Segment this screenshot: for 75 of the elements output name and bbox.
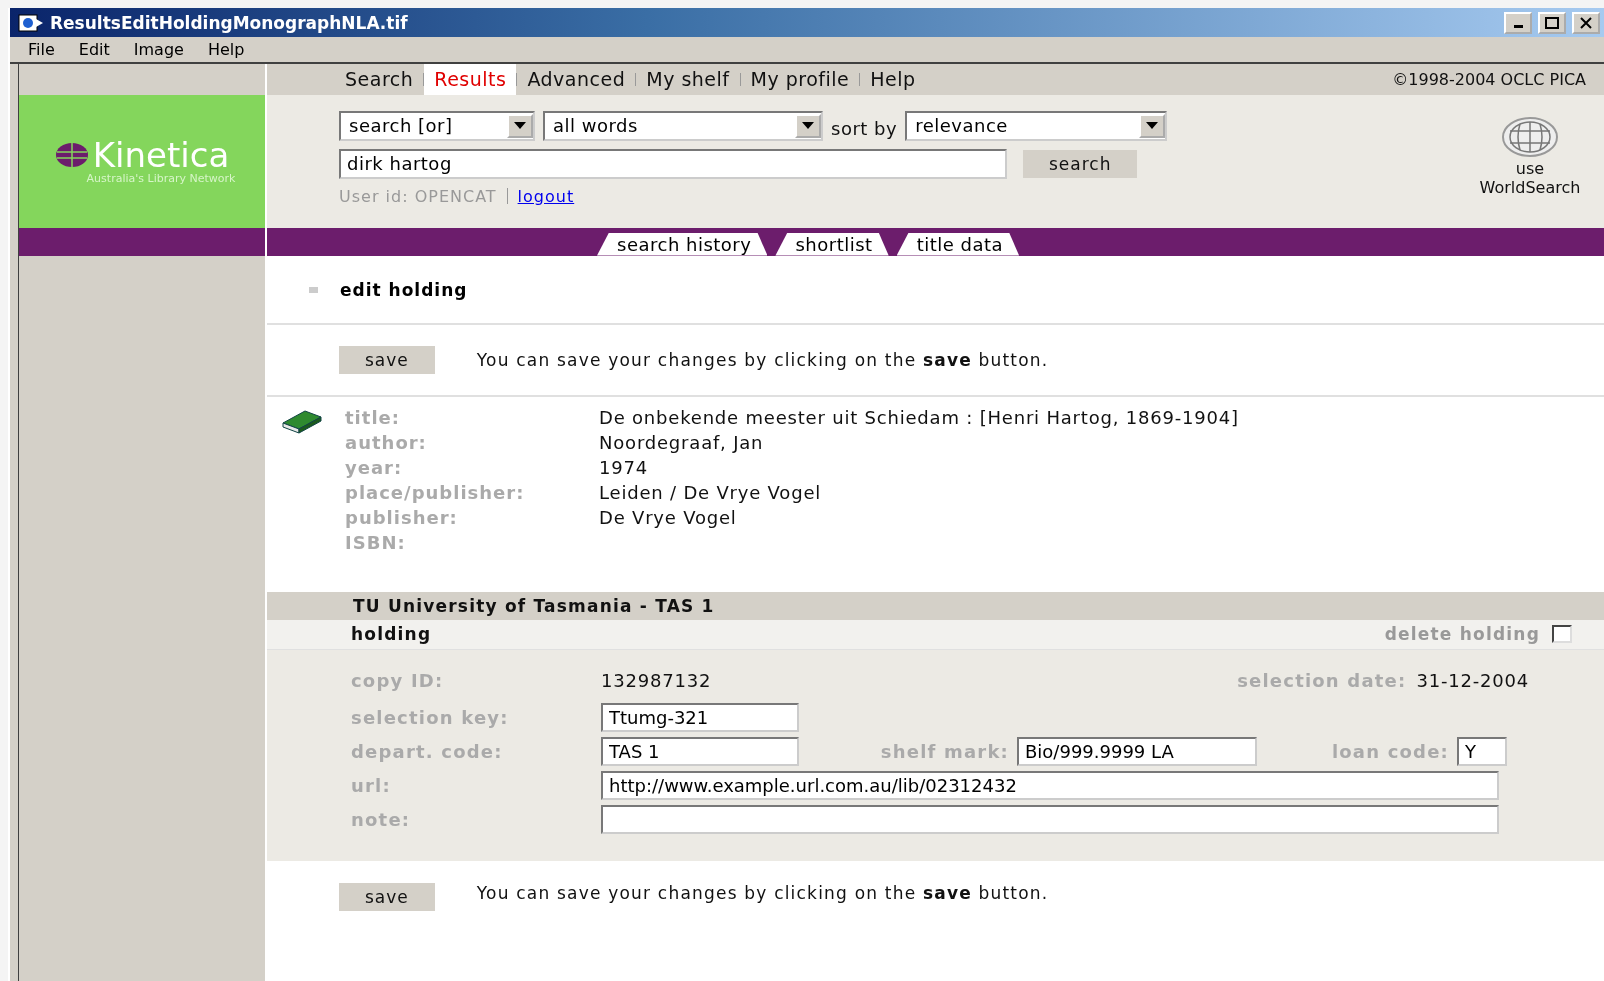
caret-icon xyxy=(1146,122,1159,130)
field-value: 31-12-2004 xyxy=(1416,669,1529,694)
nav-tab[interactable]: Advanced xyxy=(517,64,636,95)
maximize-icon xyxy=(1545,16,1559,29)
nav-tab[interactable]: Help xyxy=(860,64,926,95)
field-label: publisher: xyxy=(345,506,459,531)
sub-tab[interactable]: title data xyxy=(896,232,1020,256)
field-value: 132987132 xyxy=(601,669,712,694)
bullet-icon xyxy=(309,286,318,293)
field-label: loan code: xyxy=(1330,741,1449,763)
input-field[interactable]: TAS 1 xyxy=(601,737,799,767)
save-button[interactable]: save xyxy=(339,883,435,912)
user-id: User id: OPENCAT xyxy=(339,186,497,206)
match-select[interactable]: all words xyxy=(543,110,823,141)
field-label: shelf mark: xyxy=(879,741,1009,763)
delete-label: delete holding xyxy=(1384,624,1540,645)
search-field[interactable]: dirk hartog xyxy=(339,148,1007,179)
input-field[interactable]: Bio/999.9999 LA xyxy=(1017,737,1257,767)
sub-tab[interactable]: shortlist xyxy=(775,232,889,256)
field-value: Noordegraaf, Jan xyxy=(599,431,765,456)
field-value: 1974 xyxy=(599,456,649,481)
field-label: ISBN: xyxy=(345,531,407,556)
logout-link[interactable]: logout xyxy=(517,186,575,206)
menu-item[interactable]: Image xyxy=(133,40,184,59)
field-label: selection key: xyxy=(351,707,510,729)
field-label: selection date: xyxy=(1236,670,1407,692)
input-field[interactable]: Y xyxy=(1457,737,1507,767)
save-hint: You can save your changes by clicking on the save button. xyxy=(476,350,1049,371)
field-label: author: xyxy=(345,431,428,456)
institution-heading: TU University of Tasmania - TAS 1 xyxy=(353,595,715,616)
minimize-button[interactable] xyxy=(1504,11,1532,34)
maximize-button[interactable] xyxy=(1538,11,1566,34)
search-button[interactable]: search xyxy=(1023,149,1138,178)
minimize-icon xyxy=(1513,25,1523,28)
delete-checkbox[interactable] xyxy=(1552,625,1572,644)
field-label: copy ID: xyxy=(351,670,445,692)
logo-tagline: Australia's Library Network xyxy=(86,172,236,185)
sort-select[interactable]: relevance xyxy=(905,110,1168,141)
section-heading: edit holding xyxy=(340,279,468,300)
field-label: url: xyxy=(351,775,392,797)
window-title: ResultsEditHoldingMonographNLA.tif xyxy=(50,12,409,33)
scope-select[interactable]: search [or] xyxy=(339,110,535,141)
field-value: De onbekende meester uit Schiedam : [Henri Hartog, 1869-1904] xyxy=(599,406,1239,431)
field-label: place/publisher: xyxy=(345,481,526,506)
nav-tab[interactable]: My profile xyxy=(740,64,860,95)
app-icon xyxy=(18,13,44,32)
nav-tab[interactable]: Results xyxy=(424,64,517,95)
nav-tab[interactable]: My shelf xyxy=(636,64,740,95)
field-value: Leiden / De Vrye Vogel xyxy=(599,481,823,506)
field-label: title: xyxy=(345,406,401,431)
input-field[interactable]: Ttumg-321 xyxy=(601,703,799,733)
sub-tab[interactable]: search history xyxy=(597,232,768,256)
field-value: De Vrye Vogel xyxy=(599,506,738,531)
sort-label: sort by xyxy=(831,118,898,140)
caret-icon xyxy=(514,122,526,130)
field-label: depart. code: xyxy=(351,741,504,763)
worldsearch-link[interactable]: use WorldSearch xyxy=(1470,158,1590,198)
globe-icon xyxy=(54,142,89,168)
caret-icon xyxy=(802,122,814,130)
menu-item[interactable]: Help xyxy=(207,40,245,59)
field-label: year: xyxy=(345,456,404,481)
field-label: note: xyxy=(351,809,412,831)
close-button[interactable] xyxy=(1572,11,1600,34)
logo-name: Kinetica xyxy=(54,138,230,172)
input-field[interactable]: http://www.example.url.com.au/lib/02312432 xyxy=(601,771,1499,801)
save-button[interactable]: save xyxy=(339,346,435,375)
holding-heading: holding xyxy=(351,624,432,645)
globe-icon xyxy=(1502,116,1558,157)
menu-item[interactable]: Edit xyxy=(78,40,110,59)
save-hint: You can save your changes by clicking on the save button. xyxy=(476,883,1049,904)
nav-tab[interactable]: Search xyxy=(335,64,424,95)
menu-item[interactable]: File xyxy=(28,40,55,59)
copyright: ©1998-2004 OCLC PICA xyxy=(1392,68,1587,91)
input-field[interactable] xyxy=(601,805,1499,835)
close-icon xyxy=(1580,16,1592,29)
